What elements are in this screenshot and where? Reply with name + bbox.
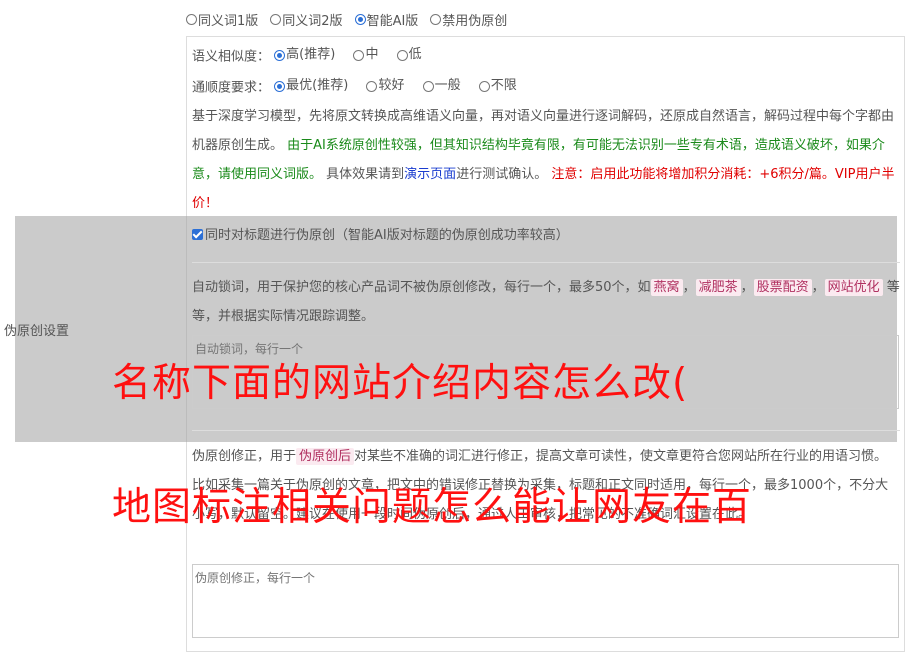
divider (192, 262, 900, 263)
description-text: 进行测试确认。 (456, 167, 548, 182)
correction-text: 伪原创修正，用于 (192, 449, 297, 464)
mode-option-label: 同义词1版 (198, 14, 259, 29)
similarity-low[interactable]: 低 (396, 45, 422, 65)
mode-option-ai[interactable]: 智能AI版 (354, 10, 419, 29)
separator: ， (682, 280, 696, 295)
divider (192, 430, 900, 431)
mode-option-label: 禁用伪原创 (442, 14, 508, 29)
example-tag: 燕窝 (650, 279, 683, 296)
radio-selected-icon[interactable] (354, 14, 366, 25)
title-checkbox-label: 同时对标题进行伪原创（智能AI版对标题的伪原创成功率较高） (205, 228, 569, 243)
radio-selected-icon[interactable] (274, 49, 286, 61)
radio-icon[interactable] (353, 49, 365, 61)
lock-words-description: 自动锁词，用于保护您的核心产品词不被伪原创修改，每行一个，最多50个，如 燕窝，减… (192, 273, 900, 331)
mode-option-label: 同义词2版 (282, 14, 343, 29)
option-label: 低 (408, 47, 422, 62)
similarity-row: 语义相似度： 高(推荐) 中 低 (192, 45, 434, 68)
option-label: 高(推荐) (286, 47, 336, 62)
similarity-medium[interactable]: 中 (353, 45, 378, 65)
option-label: 最优(推荐) (286, 78, 349, 93)
checkbox-checked-icon[interactable] (192, 229, 203, 240)
mode-option-synonym2[interactable]: 同义词2版 (270, 10, 343, 29)
option-label: 较好 (378, 78, 405, 93)
radio-icon[interactable] (422, 80, 434, 92)
lock-words-text: 自动锁词，用于保护您的核心产品词不被伪原创修改，每行一个，最多50个，如 (192, 280, 651, 295)
radio-icon[interactable] (396, 49, 408, 61)
mode-option-label: 智能AI版 (366, 14, 419, 29)
fluency-label: 通顺度要求： (192, 80, 271, 96)
radio-selected-icon[interactable] (274, 80, 286, 92)
demo-page-link[interactable]: 演示页面 (404, 167, 456, 182)
correction-textarea[interactable] (192, 564, 899, 638)
fluency-good[interactable]: 较好 (366, 76, 404, 96)
example-tag: 伪原创后 (296, 448, 355, 465)
radio-icon[interactable] (430, 14, 442, 25)
option-label: 中 (365, 47, 379, 62)
example-tag: 减肥茶 (695, 279, 741, 296)
radio-icon[interactable] (186, 14, 197, 25)
fluency-normal[interactable]: 一般 (422, 76, 461, 96)
mode-option-synonym1[interactable]: 同义词1版 (186, 10, 258, 29)
radio-icon[interactable] (366, 80, 378, 92)
radio-icon[interactable] (478, 80, 490, 92)
title-checkbox-row[interactable]: 同时对标题进行伪原创（智能AI版对标题的伪原创成功率较高） (192, 226, 569, 246)
similarity-label: 语义相似度： (192, 49, 271, 65)
option-label: 不限 (490, 78, 517, 93)
fluency-any[interactable]: 不限 (478, 76, 517, 96)
mode-radio-group: 同义词1版 同义词2版 智能AI版 禁用伪原创 (186, 10, 519, 29)
similarity-high[interactable]: 高(推荐) (274, 45, 335, 65)
example-tag: 股票配资 (753, 279, 812, 296)
separator: ， (740, 280, 754, 295)
radio-icon[interactable] (270, 14, 282, 25)
pseudo-original-settings-label: 伪原创设置 (4, 324, 70, 339)
separator: ， (811, 280, 825, 295)
overlay-caption-2: 地图标注相关问题怎么能让网友在百 (112, 485, 753, 530)
ai-description: 基于深度学习模型，先将原文转换成高维语义向量，再对语义向量进行逐词解码，还原成自… (192, 102, 900, 218)
fluency-best[interactable]: 最优(推荐) (274, 76, 348, 96)
example-tag: 网站优化 (824, 279, 883, 296)
overlay-caption-1: 名称下面的网站介绍内容怎么改( (112, 361, 689, 406)
fluency-row: 通顺度要求： 最优(推荐) 较好 一般 不限 (192, 76, 529, 99)
description-text: 具体效果请到 (326, 167, 405, 182)
mode-option-disable[interactable]: 禁用伪原创 (430, 10, 507, 29)
option-label: 一般 (434, 78, 461, 93)
